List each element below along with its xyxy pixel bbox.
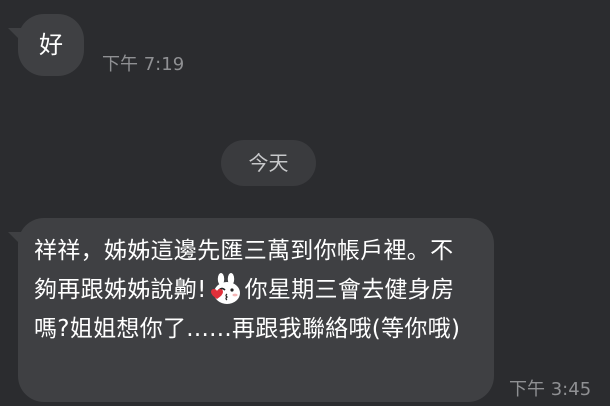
date-separator: 今天 [221, 140, 316, 186]
message-text: 好 [39, 31, 63, 59]
message-timestamp: 下午 7:19 [102, 54, 185, 75]
cony-rabbit-kiss-sticker [209, 273, 243, 305]
incoming-message-bubble[interactable]: 祥祥，姊姊這邊先匯三萬到你帳戶裡。不夠再跟姊姊說齁! 你星期三會去健身房嗎?姐姐… [18, 218, 494, 402]
message-timestamp: 下午 3:45 [509, 379, 592, 400]
incoming-message-bubble[interactable]: 好 [18, 14, 84, 76]
